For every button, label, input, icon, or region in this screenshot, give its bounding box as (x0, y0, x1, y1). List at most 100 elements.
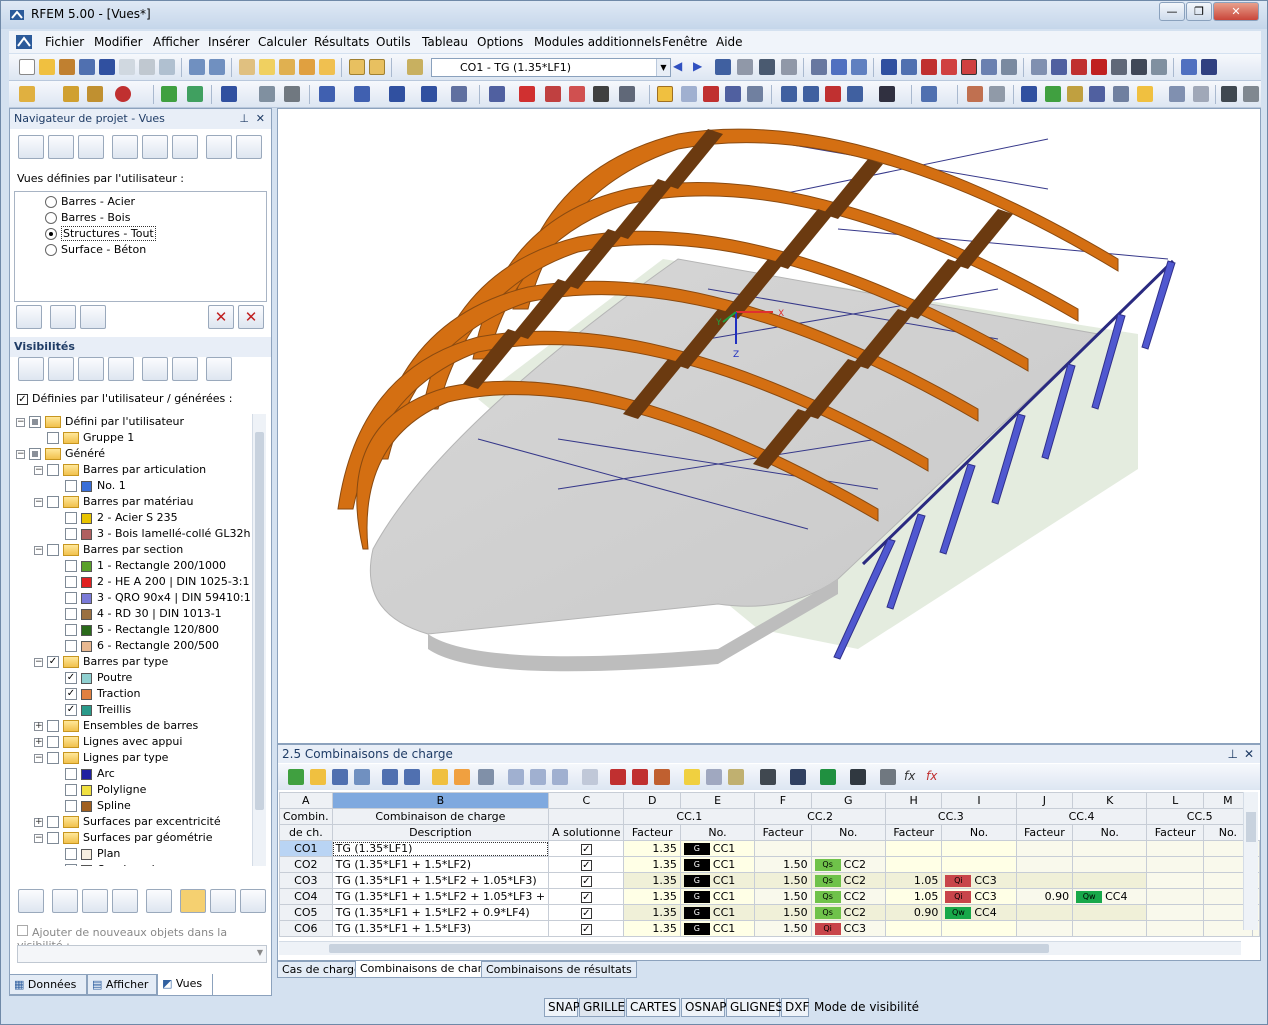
visibility-bottom-1-button[interactable] (18, 889, 44, 913)
tree-checkbox[interactable] (47, 736, 59, 748)
tree-node[interactable]: Plan (52, 846, 120, 862)
3d-model-view[interactable]: X Y Z (277, 108, 1261, 744)
expand-toggle-icon[interactable]: − (34, 465, 43, 475)
tree-checkbox[interactable] (65, 608, 77, 620)
tree-checkbox[interactable] (47, 496, 59, 508)
factor-cell[interactable]: 1.35 (623, 840, 681, 857)
member-tool-icon[interactable] (87, 86, 103, 102)
factor-cell[interactable] (884, 920, 943, 937)
menu-calculer[interactable]: Calculer (258, 35, 307, 49)
factor-cell[interactable]: 1.05 (884, 872, 943, 889)
pin-icon[interactable]: ⊥ (1228, 745, 1238, 763)
delete-icon[interactable] (1091, 59, 1107, 75)
delete-view-button[interactable]: ✕ (208, 305, 234, 329)
navigator-view-icon[interactable] (369, 59, 385, 75)
checkbox-checked-icon[interactable]: ✓ (580, 908, 592, 919)
tree-checkbox[interactable] (65, 640, 77, 652)
view-minus-x-button[interactable] (18, 135, 44, 159)
table-vscrollbar[interactable] (1243, 792, 1258, 930)
tree-checkbox[interactable] (65, 528, 77, 540)
export-icon[interactable] (1181, 59, 1197, 75)
measure-icon[interactable] (967, 86, 983, 102)
solve-cell[interactable]: ✓ (548, 856, 625, 873)
arrow-tool-icon[interactable] (1113, 86, 1129, 102)
values-icon[interactable] (737, 59, 753, 75)
load-case-cell[interactable] (1072, 856, 1148, 873)
factor-cell[interactable]: 1.05 (884, 888, 943, 905)
tree-node[interactable]: ✓ Traction (52, 686, 140, 702)
load-case-cell[interactable]: G CC1 (679, 856, 756, 873)
checkbox-checked-icon[interactable]: ✓ (580, 892, 592, 903)
menu-modifier[interactable]: Modifier (94, 35, 143, 49)
load-case-cell[interactable] (810, 840, 886, 857)
factor-cell[interactable]: 1.35 (623, 920, 681, 937)
new-file-icon[interactable] (19, 59, 35, 75)
tree-node[interactable]: 3 - Bois lamellé-collé GL32h (52, 526, 250, 542)
find-icon[interactable] (259, 59, 275, 75)
menu-modules[interactable]: Modules additionnels (534, 35, 661, 49)
load-case-cell[interactable] (1072, 920, 1148, 937)
load-case-cell[interactable]: G CC1 (679, 840, 756, 857)
factor-cell[interactable] (1015, 904, 1074, 921)
column-letter[interactable]: L (1146, 792, 1204, 809)
table-hscroll-thumb[interactable] (329, 944, 1049, 953)
checkbox-checked-icon[interactable]: ✓ (580, 860, 592, 871)
column-letter[interactable]: C (548, 792, 625, 809)
render-mode-icon[interactable] (921, 86, 937, 102)
tree-node[interactable]: Polyligne (52, 782, 146, 798)
tree-checkbox[interactable] (65, 800, 77, 812)
tree-checkbox[interactable] (65, 624, 77, 636)
create-view-button[interactable] (16, 305, 42, 329)
view-y-icon[interactable] (781, 86, 797, 102)
table-tool-icon[interactable] (1169, 86, 1185, 102)
table-tool-16-icon[interactable] (654, 769, 670, 785)
report-icon[interactable] (1221, 86, 1237, 102)
support-tool-icon[interactable] (115, 86, 131, 102)
table-tool-10-icon[interactable] (508, 769, 524, 785)
solve-cell[interactable]: ✓ (548, 888, 625, 905)
tree-node[interactable]: + Ensembles de barres (34, 718, 198, 734)
tree-checkbox[interactable] (65, 560, 77, 572)
expand-toggle-icon[interactable]: − (34, 657, 43, 667)
table-tool-2-icon[interactable] (310, 769, 326, 785)
grid-icon[interactable] (881, 59, 897, 75)
view-v-button[interactable] (142, 135, 168, 159)
tree-node[interactable]: 4 - RD 30 | DIN 1013-1 (52, 606, 222, 622)
tree-node[interactable]: − Surfaces par géométrie (34, 830, 213, 846)
view-zz-icon[interactable] (825, 86, 841, 102)
preview-icon[interactable] (159, 59, 175, 75)
row-id[interactable]: CO6 (279, 920, 333, 937)
factor-cell[interactable] (1015, 840, 1074, 857)
hinge-tool-icon[interactable] (161, 86, 177, 102)
factor-cell[interactable]: 0.90 (1015, 888, 1074, 905)
view-minus-z-button[interactable] (78, 135, 104, 159)
tree-checkbox[interactable] (65, 768, 77, 780)
pin-icon[interactable]: ⊥ (239, 109, 249, 129)
tree-node[interactable]: 3 - QRO 90x4 | DIN 59410:1 (52, 590, 251, 606)
tree-scrollbar[interactable] (252, 414, 266, 866)
table-row[interactable]: CO4 TG (1.35*LF1 + 1.5*LF2 + 1.05*LF3 + ✓ 1… (279, 888, 1260, 905)
cube-tool-icon[interactable] (421, 86, 437, 102)
visibility-tool-2-button[interactable] (48, 357, 74, 381)
load-case-cell[interactable] (1072, 872, 1148, 889)
tree-node[interactable]: + Lignes avec appui (34, 734, 182, 750)
member-icon[interactable] (921, 59, 937, 75)
layer-icon[interactable] (451, 86, 467, 102)
visibility-tool-5-button[interactable] (142, 357, 168, 381)
status-osnap-button[interactable]: OSNAP (681, 998, 726, 1017)
table-tool-14-icon[interactable] (610, 769, 626, 785)
status-grille-button[interactable]: GRILLE (579, 998, 625, 1017)
tree-node[interactable]: − Généré (16, 446, 105, 462)
expand-toggle-icon[interactable]: + (34, 817, 43, 827)
visibility-tool-1-button[interactable] (18, 357, 44, 381)
row-id[interactable]: CO5 (279, 904, 333, 921)
tree-node[interactable]: ✓ Poutre (52, 670, 132, 686)
tab-donnees[interactable]: ▦ Données (9, 974, 87, 995)
view-option-barres-acier[interactable]: Barres - Acier (45, 195, 135, 208)
camera-icon[interactable] (1131, 59, 1147, 75)
dimension-tool-icon[interactable] (389, 86, 405, 102)
load-case-cell[interactable]: Qi CC3 (941, 888, 1017, 905)
surface-icon[interactable] (961, 59, 977, 75)
factor-cell[interactable]: 1.50 (754, 904, 812, 921)
factor-cell[interactable]: 1.50 (754, 872, 812, 889)
